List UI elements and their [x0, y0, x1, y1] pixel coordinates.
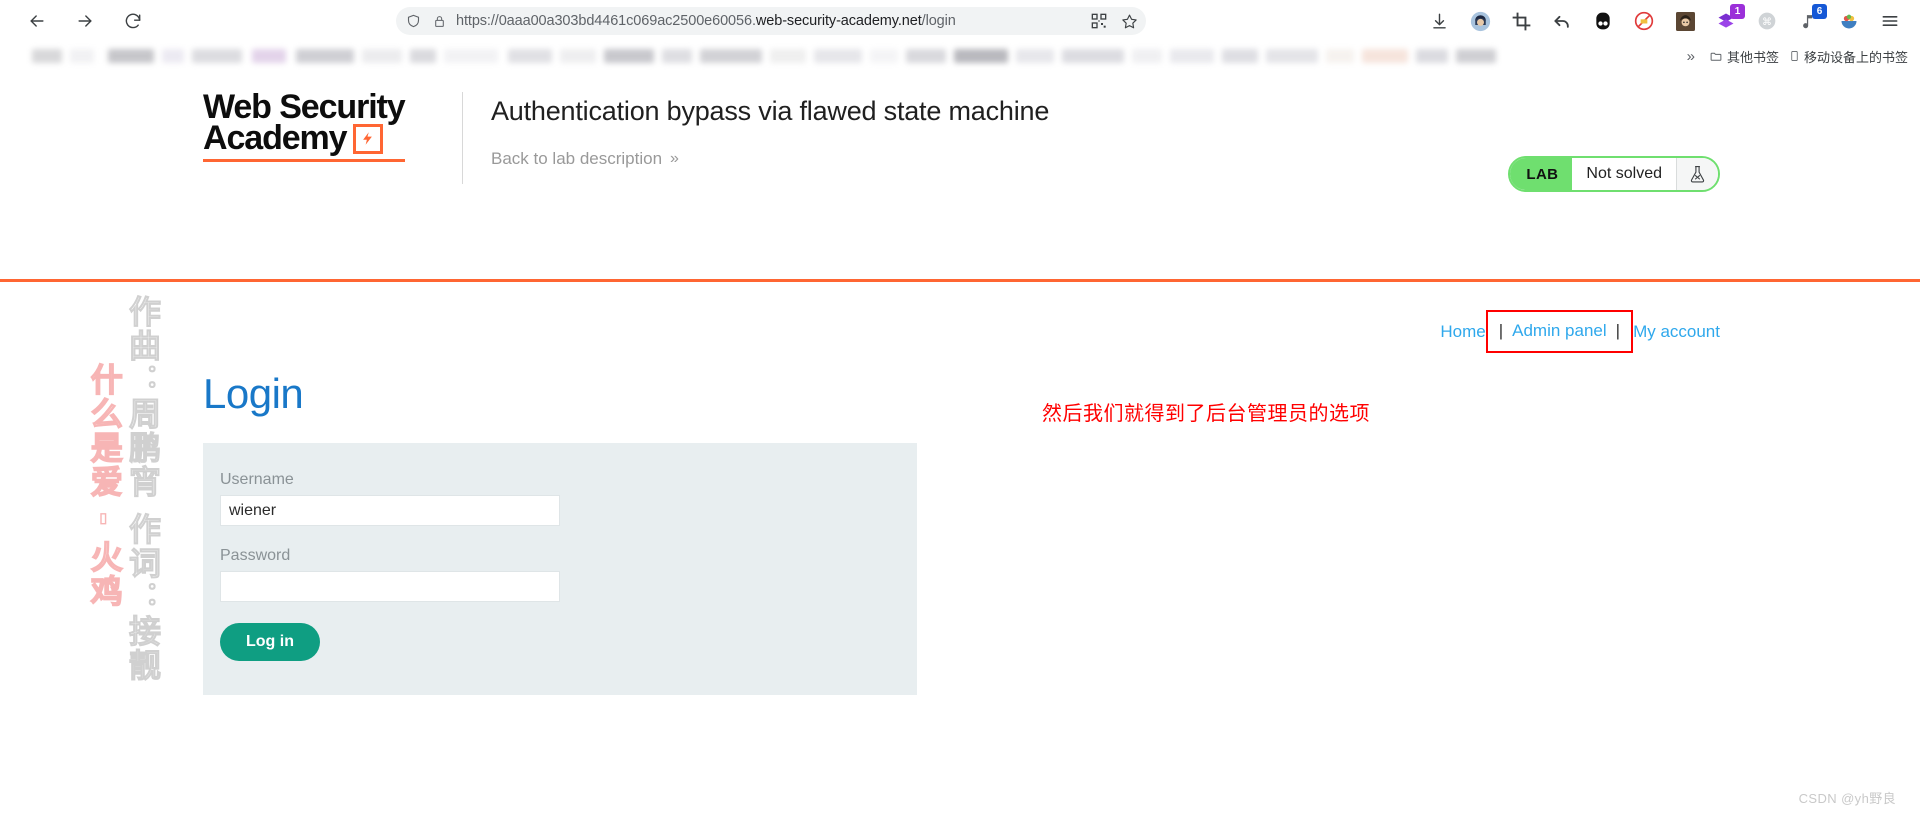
password-input[interactable]: [220, 571, 560, 602]
browser-toolbar: https://0aaa00a303bd4461c069ac2500e60056…: [0, 0, 1920, 42]
annotation-admin-note: 然后我们就得到了后台管理员的选项: [1042, 403, 1370, 425]
url-host: web-security-academy.net: [755, 13, 922, 29]
other-bookmarks-label: 其他书签: [1726, 49, 1779, 65]
csdn-watermark: CSDN @yh野良: [1798, 791, 1896, 806]
lab-title: Authentication bypass via flawed state m…: [491, 96, 1050, 126]
chevron-right-icon: »: [670, 150, 679, 167]
back-to-lab-description-link[interactable]: Back to lab description »: [491, 149, 1049, 169]
navigation-buttons: [24, 8, 146, 34]
music-note-icon[interactable]: 6: [1796, 4, 1827, 33]
undo-arrow-icon[interactable]: [1550, 9, 1574, 33]
bookmarks-right-group: » 其他书签 移动设备上的书签: [1669, 47, 1908, 66]
academy-logo[interactable]: Web Security Academy: [203, 90, 463, 184]
purple-layers-badge: 1: [1730, 4, 1745, 19]
lab-status-tag: LAB: [1510, 158, 1573, 190]
command-key-icon[interactable]: ⌘: [1755, 9, 1779, 33]
bookmarks-blurred-items[interactable]: [12, 46, 1669, 66]
downloads-icon[interactable]: [1427, 9, 1451, 33]
purple-layers-icon[interactable]: 1: [1714, 4, 1745, 33]
forward-button[interactable]: [72, 8, 98, 34]
reload-button[interactable]: [120, 8, 146, 34]
dark-reader-icon[interactable]: [1591, 9, 1615, 33]
nav-link-home[interactable]: Home: [1440, 322, 1485, 342]
browser-menu-icon[interactable]: [1878, 9, 1902, 33]
nav-separator-1: |: [1498, 321, 1504, 340]
adblock-icon[interactable]: [1632, 9, 1656, 33]
bookmark-star-icon[interactable]: [1120, 12, 1138, 30]
flask-icon[interactable]: [1676, 158, 1718, 190]
logo-line-2-row: Academy: [203, 119, 405, 158]
lab-header: Web Security Academy Authentication bypa…: [0, 70, 1920, 225]
mobile-bookmarks-label: 移动设备上的书签: [1803, 49, 1908, 65]
svg-text:⌘: ⌘: [1762, 17, 1772, 28]
orange-divider: [0, 279, 1920, 282]
bookmark-mobile-bookmarks[interactable]: 移动设备上的书签: [1789, 47, 1908, 66]
bookmarks-overflow-icon[interactable]: »: [1683, 48, 1699, 65]
anime-avatar-icon[interactable]: [1673, 9, 1697, 33]
username-input[interactable]: wiener: [220, 495, 560, 526]
watermark-credits: 作曲：周鹏宵 作词：接靓: [123, 295, 162, 683]
mobile-device-icon: [1791, 51, 1798, 61]
qr-code-icon[interactable]: [1090, 12, 1108, 30]
browser-chrome: https://0aaa00a303bd4461c069ac2500e60056…: [0, 0, 1920, 70]
lab-status-widget[interactable]: LAB Not solved: [1508, 156, 1720, 192]
extensions-tray: 1 ⌘ 6: [1427, 4, 1906, 33]
nav-link-my-account[interactable]: My account: [1633, 322, 1720, 342]
back-button[interactable]: [24, 8, 50, 34]
username-label: Username: [220, 471, 294, 488]
url-text[interactable]: https://0aaa00a303bd4461c069ac2500e60056…: [456, 13, 1082, 29]
password-label: Password: [220, 547, 291, 564]
address-bar[interactable]: https://0aaa00a303bd4461c069ac2500e60056…: [396, 7, 1146, 35]
url-prefix: https://0aaa00a303bd4461c069ac2500e60056…: [456, 13, 756, 29]
nav-link-admin-panel[interactable]: Admin panel: [1512, 321, 1607, 341]
lab-title-block: Authentication bypass via flawed state m…: [491, 92, 1049, 169]
admin-panel-highlight-box: | Admin panel |: [1485, 310, 1634, 353]
logo-line-2: Academy: [203, 119, 348, 158]
site-navigation: Home | Admin panel | My account: [1440, 310, 1720, 353]
page-content: 作曲：周鹏宵 作词：接靓 什么是爱 - 火鸡 Web Security Acad…: [0, 70, 1920, 815]
lightning-bolt-icon: [352, 123, 383, 154]
login-button[interactable]: Log in: [220, 623, 320, 661]
back-link-label: Back to lab description: [491, 149, 663, 168]
lab-status-text: Not solved: [1572, 158, 1676, 190]
url-path: /login: [921, 13, 956, 29]
nav-separator-2: |: [1615, 321, 1621, 340]
academy-logo-text: Web Security Academy: [203, 90, 406, 162]
login-form: Username wiener Password Log in: [203, 443, 917, 695]
folder-icon: [1710, 52, 1722, 61]
lock-icon[interactable]: [430, 12, 448, 30]
music-note-badge: 6: [1812, 4, 1827, 19]
page-watermark: 作曲：周鹏宵 作词：接靓 什么是爱 - 火鸡: [30, 285, 162, 705]
login-section: Login Username wiener Password Log in: [203, 370, 917, 695]
profile-avatar-icon[interactable]: [1468, 9, 1492, 33]
bookmark-other-bookmarks[interactable]: 其他书签: [1709, 47, 1779, 66]
screenshot-crop-icon[interactable]: [1509, 9, 1533, 33]
page-title: Login: [203, 370, 304, 417]
bookmarks-bar: » 其他书签 移动设备上的书签: [0, 42, 1920, 70]
watermark-title: 什么是爱 - 火鸡: [85, 362, 124, 609]
fruit-bowl-icon[interactable]: [1837, 9, 1861, 33]
tracker-shield-icon[interactable]: [404, 12, 422, 30]
